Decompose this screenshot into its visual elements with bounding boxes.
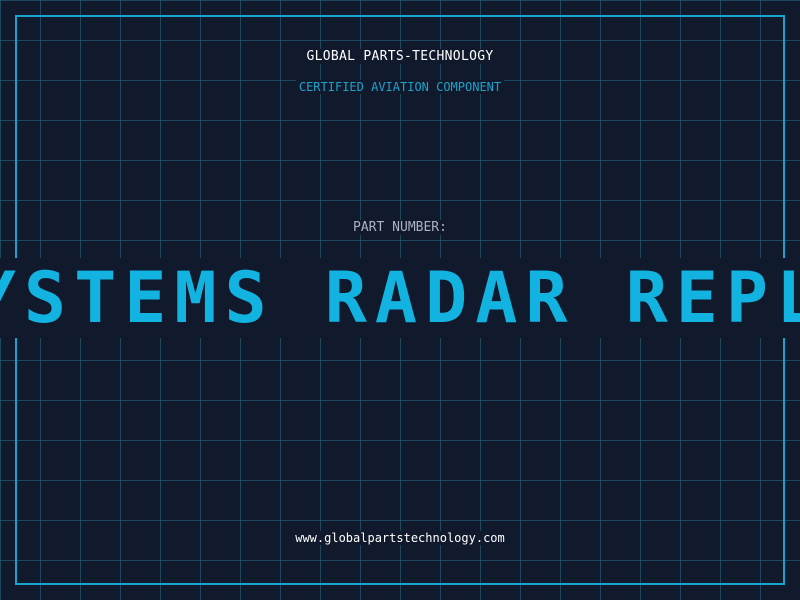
part-number-label-text: PART NUMBER: <box>350 220 450 235</box>
tagline: CERTIFIED AVIATION COMPONENT <box>0 80 800 94</box>
company-name: GLOBAL PARTS-TECHNOLOGY <box>0 49 800 64</box>
part-number-value: SYSTEMS RADAR REPLA <box>0 258 800 338</box>
part-number-band: SYSTEMS RADAR REPLA <box>0 258 800 338</box>
part-number-label: PART NUMBER: <box>0 220 800 235</box>
company-name-text: GLOBAL PARTS-TECHNOLOGY <box>302 49 498 64</box>
website-text[interactable]: www.globalpartstechnology.com <box>292 531 508 545</box>
tagline-text: CERTIFIED AVIATION COMPONENT <box>295 80 505 94</box>
website-link[interactable]: www.globalpartstechnology.com <box>0 531 800 545</box>
